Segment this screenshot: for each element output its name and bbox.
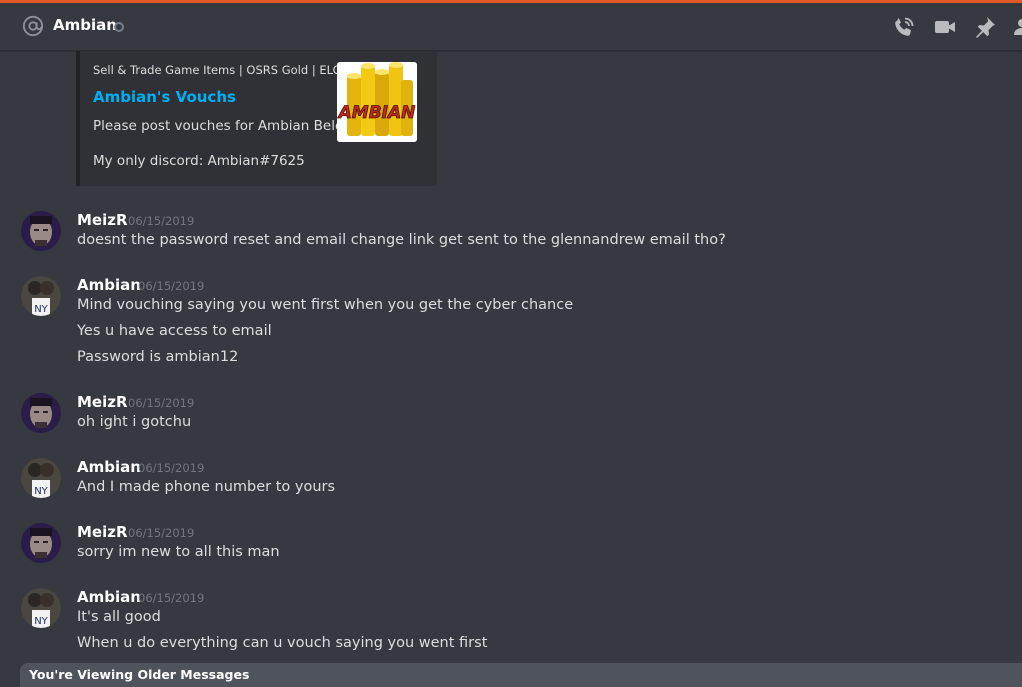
message-text: sorry im new to all this man bbox=[77, 544, 280, 560]
avatar[interactable] bbox=[21, 393, 61, 433]
embed-thumbnail[interactable]: AMBIAN bbox=[337, 62, 417, 142]
message-author[interactable]: Ambian bbox=[77, 588, 141, 606]
message-list[interactable]: Sell & Trade Game Items | OSRS Gold | EL… bbox=[0, 51, 1022, 663]
phone-call-icon[interactable] bbox=[892, 15, 916, 39]
message-timestamp: 06/15/2019 bbox=[128, 396, 195, 410]
message-timestamp: 06/15/2019 bbox=[128, 214, 195, 228]
message-text: Mind vouching saying you went first when… bbox=[77, 297, 574, 313]
pin-icon[interactable] bbox=[973, 15, 997, 39]
embed-description: Please post vouches for Ambian Below! bbox=[93, 118, 360, 134]
embed-title-link[interactable]: Ambian's Vouchs bbox=[93, 88, 236, 106]
channel-header: Ambian bbox=[0, 3, 1022, 51]
gold-coins-icon: AMBIAN bbox=[337, 62, 417, 142]
message-timestamp: 06/15/2019 bbox=[138, 461, 205, 475]
svg-text:NY: NY bbox=[34, 486, 48, 497]
message-text: Yes u have access to email bbox=[77, 323, 272, 339]
message-author[interactable]: MeizR bbox=[77, 393, 128, 411]
embed-description: My only discord: Ambian#7625 bbox=[93, 153, 305, 169]
video-call-icon[interactable] bbox=[933, 15, 957, 39]
message-text: doesnt the password reset and email chan… bbox=[77, 232, 726, 248]
svg-text:NY: NY bbox=[34, 616, 48, 627]
message-timestamp: 06/15/2019 bbox=[128, 526, 195, 540]
avatar[interactable] bbox=[21, 211, 61, 251]
avatar[interactable]: NY bbox=[21, 458, 61, 498]
message-timestamp: 06/15/2019 bbox=[138, 591, 205, 605]
link-embed: Sell & Trade Game Items | OSRS Gold | EL… bbox=[76, 51, 437, 186]
avatar[interactable]: NY bbox=[21, 588, 61, 628]
message-author[interactable]: Ambian bbox=[77, 458, 141, 476]
message-text: oh ight i gotchu bbox=[77, 414, 192, 430]
message-timestamp: 06/15/2019 bbox=[138, 279, 205, 293]
thumbnail-logo-text: AMBIAN bbox=[337, 103, 415, 123]
avatar[interactable] bbox=[21, 523, 61, 563]
older-messages-label: You're Viewing Older Messages bbox=[29, 667, 250, 682]
message-text: When u do everything can u vouch saying … bbox=[77, 635, 488, 651]
older-messages-bar[interactable]: You're Viewing Older Messages bbox=[20, 663, 1022, 687]
member-list-icon[interactable] bbox=[1012, 15, 1022, 39]
message-text: And I made phone number to yours bbox=[77, 479, 336, 495]
offline-status-icon bbox=[114, 22, 124, 32]
svg-text:NY: NY bbox=[34, 304, 48, 315]
message-text: Password is ambian12 bbox=[77, 349, 239, 365]
at-icon bbox=[22, 15, 44, 37]
message-text: It's all good bbox=[77, 609, 161, 625]
channel-title: Ambian bbox=[53, 16, 117, 34]
message-author[interactable]: MeizR bbox=[77, 211, 128, 229]
avatar[interactable]: NY bbox=[21, 276, 61, 316]
message-author[interactable]: MeizR bbox=[77, 523, 128, 541]
message-author[interactable]: Ambian bbox=[77, 276, 141, 294]
embed-provider: Sell & Trade Game Items | OSRS Gold | EL… bbox=[93, 63, 342, 77]
